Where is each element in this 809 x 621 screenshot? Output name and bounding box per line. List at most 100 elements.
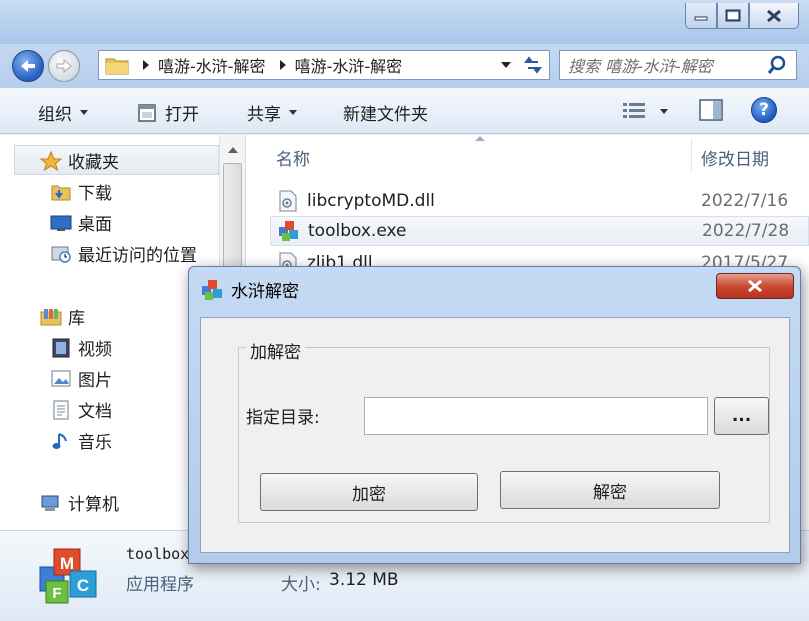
- navigation-bar: 嘻游-水浒-解密 嘻游-水浒-解密 搜索 嘻游-水浒-解密: [0, 44, 809, 88]
- refresh-button[interactable]: [521, 54, 545, 76]
- address-bar[interactable]: 嘻游-水浒-解密 嘻游-水浒-解密: [98, 50, 550, 80]
- minimize-button[interactable]: [685, 3, 717, 29]
- nav-pictures[interactable]: 图片: [50, 366, 112, 391]
- nav-computer-label: 计算机: [68, 495, 119, 515]
- breadcrumb-item[interactable]: 嘻游-水浒-解密: [158, 53, 266, 77]
- forward-button[interactable]: [48, 50, 80, 82]
- dialog-titlebar[interactable]: 水浒解密: [201, 277, 299, 302]
- help-icon: ?: [759, 100, 769, 120]
- new-folder-button[interactable]: 新建文件夹: [343, 100, 428, 125]
- refresh-icon: [524, 56, 542, 74]
- detail-size-label: 大小:: [281, 575, 321, 595]
- file-row-selected[interactable]: toolbox.exe 2022/7/28: [270, 216, 809, 246]
- svg-text:C: C: [77, 576, 89, 595]
- documents-icon: [50, 400, 72, 420]
- music-icon: [50, 431, 72, 451]
- column-header-name[interactable]: 名称: [276, 135, 310, 179]
- arrow-left-icon: [21, 60, 35, 72]
- nav-libraries[interactable]: 库: [40, 304, 85, 329]
- folder-icon: [105, 58, 129, 75]
- dialog-title: 水浒解密: [231, 282, 299, 302]
- organize-menu[interactable]: 组织: [38, 100, 88, 125]
- close-button[interactable]: [749, 3, 799, 29]
- back-button[interactable]: [12, 50, 44, 82]
- encrypt-button[interactable]: 加密: [260, 473, 478, 511]
- dialog-client-area: 加解密 指定目录: ... 加密 解密: [200, 317, 790, 553]
- nav-music[interactable]: 音乐: [50, 428, 112, 453]
- nav-documents-label: 文档: [78, 402, 112, 422]
- nav-desktop-label: 桌面: [78, 215, 112, 235]
- chevron-down-icon: [289, 110, 297, 115]
- decrypt-button[interactable]: 解密: [500, 471, 720, 509]
- command-toolbar: 组织 打开 共享 新建文件夹: [0, 88, 809, 134]
- column-header-date[interactable]: 修改日期: [701, 135, 769, 179]
- downloads-folder-icon: [50, 182, 72, 202]
- desktop-icon: [50, 213, 72, 233]
- help-button[interactable]: ?: [751, 97, 777, 123]
- dll-icon: [276, 190, 300, 212]
- mfc-app-icon: [202, 279, 222, 300]
- directory-input[interactable]: [364, 397, 708, 435]
- search-icon[interactable]: [766, 54, 790, 76]
- video-icon: [50, 338, 72, 358]
- breadcrumb-separator-icon: [143, 60, 149, 70]
- file-name: toolbox.exe: [308, 221, 407, 241]
- nav-videos[interactable]: 视频: [50, 335, 112, 360]
- open-label: 打开: [165, 105, 199, 125]
- nav-downloads[interactable]: 下载: [50, 179, 112, 204]
- decrypt-dialog: 水浒解密 加解密 指定目录: ... 加密 解密: [188, 266, 801, 564]
- file-name: libcryptoMD.dll: [307, 191, 435, 211]
- nav-downloads-label: 下载: [78, 184, 112, 204]
- search-box[interactable]: 搜索 嘻游-水浒-解密: [559, 50, 797, 80]
- file-row[interactable]: libcryptoMD.dll 2022/7/16: [270, 186, 809, 216]
- dialog-close-button[interactable]: [716, 273, 794, 299]
- nav-music-label: 音乐: [78, 433, 112, 453]
- nav-recent-label: 最近访问的位置: [78, 246, 197, 266]
- open-button[interactable]: 打开: [137, 100, 199, 125]
- chevron-down-icon: [660, 108, 668, 114]
- nav-computer[interactable]: 计算机: [40, 490, 119, 515]
- nav-pictures-label: 图片: [78, 371, 112, 391]
- breadcrumb-item[interactable]: 嘻游-水浒-解密: [295, 53, 403, 77]
- sort-ascending-icon: [475, 136, 485, 141]
- close-icon: [767, 9, 781, 22]
- nav-libraries-label: 库: [68, 309, 85, 329]
- mfc-app-icon: M C F: [39, 548, 97, 604]
- search-input[interactable]: 搜索 嘻游-水浒-解密: [568, 53, 766, 77]
- browse-button[interactable]: ...: [714, 397, 769, 435]
- star-icon: [40, 150, 62, 171]
- column-date-label: 修改日期: [701, 149, 769, 170]
- column-name-label: 名称: [276, 149, 310, 170]
- svg-text:M: M: [60, 554, 74, 573]
- nav-videos-label: 视频: [78, 340, 112, 360]
- library-icon: [40, 307, 62, 327]
- address-dropdown-icon[interactable]: [501, 62, 511, 68]
- nav-documents[interactable]: 文档: [50, 397, 112, 422]
- close-icon: [748, 279, 762, 293]
- column-separator[interactable]: [691, 138, 692, 172]
- view-options-button[interactable]: [622, 102, 668, 120]
- file-date: 2022/7/16: [701, 191, 789, 211]
- file-date: 2022/7/28: [702, 221, 790, 241]
- mfc-app-icon: [277, 220, 301, 242]
- svg-text:F: F: [52, 585, 61, 602]
- breadcrumb-separator-icon: [279, 60, 286, 70]
- share-label: 共享: [247, 105, 281, 125]
- scroll-up-icon[interactable]: [228, 147, 238, 153]
- details-view-icon: [623, 103, 645, 118]
- preview-pane-button[interactable]: [699, 99, 723, 121]
- organize-label: 组织: [38, 105, 72, 125]
- group-label: 加解密: [246, 338, 305, 363]
- recent-places-icon: [50, 244, 72, 264]
- pictures-icon: [50, 369, 72, 389]
- nav-recent-places[interactable]: 最近访问的位置: [50, 241, 197, 266]
- computer-icon: [40, 493, 62, 513]
- arrow-right-icon: [56, 58, 72, 74]
- maximize-icon: [725, 9, 741, 22]
- nav-favorites[interactable]: 收藏夹: [40, 148, 119, 173]
- nav-desktop[interactable]: 桌面: [50, 210, 112, 235]
- maximize-button[interactable]: [717, 3, 749, 29]
- chevron-down-icon: [80, 110, 88, 115]
- share-menu[interactable]: 共享: [247, 100, 297, 125]
- minimize-icon: [694, 16, 708, 20]
